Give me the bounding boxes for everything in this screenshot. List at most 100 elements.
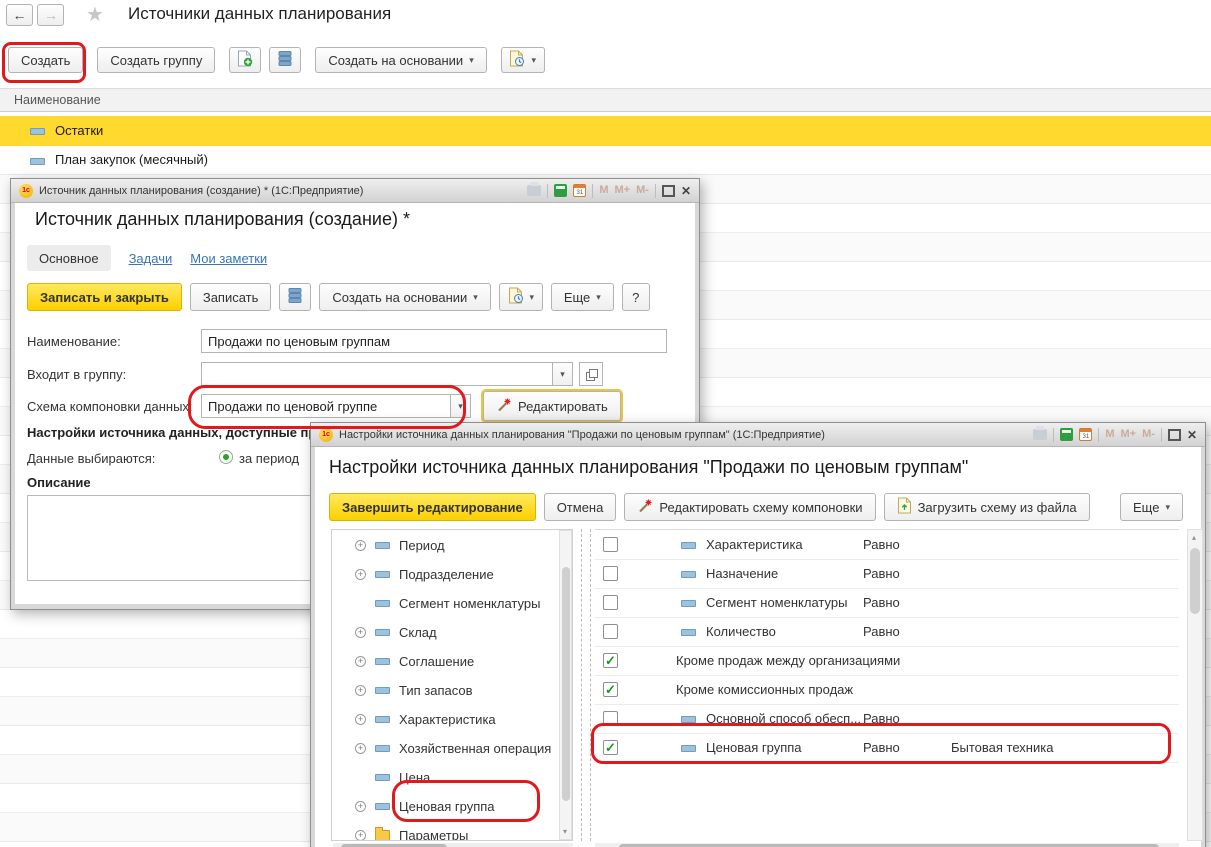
favorite-star-icon[interactable]: ★ — [86, 2, 104, 27]
tree-item-price[interactable]: Цена — [332, 763, 558, 792]
tab-my-notes[interactable]: Мои заметки — [190, 251, 267, 266]
edit-dcs-button[interactable]: Редактировать — [483, 391, 621, 421]
print-icon[interactable] — [527, 185, 541, 196]
tree-item-business-operation[interactable]: +Хозяйственная операция — [332, 734, 558, 763]
back-button[interactable]: ← — [6, 4, 33, 26]
maximize-button[interactable] — [662, 185, 675, 197]
tree-item-nomenclature-segment[interactable]: Сегмент номенклатуры — [332, 589, 558, 618]
row-label[interactable]: План закупок (месячный) — [55, 152, 208, 167]
filter-row-characteristic[interactable]: Характеристика Равно — [595, 530, 1179, 560]
expand-icon[interactable]: + — [355, 714, 366, 725]
expand-icon[interactable]: + — [355, 685, 366, 696]
filter-row-nomenclature-segment[interactable]: Сегмент номенклатуры Равно — [595, 588, 1179, 618]
memory-icon[interactable]: M — [599, 185, 608, 196]
create-based-on-button[interactable]: Создать на основании ▾ — [319, 283, 490, 311]
tree-item-period[interactable]: +Период — [332, 531, 558, 560]
forward-button[interactable]: → — [37, 4, 64, 26]
help-button[interactable]: ? — [622, 283, 650, 311]
reports-menu-button[interactable]: ▾ — [499, 283, 543, 311]
expand-icon[interactable]: + — [355, 656, 366, 667]
list-settings-button[interactable] — [269, 47, 301, 73]
filter-row-purpose[interactable]: Назначение Равно — [595, 559, 1179, 589]
tree-item-warehouse[interactable]: +Склад — [332, 618, 558, 647]
reports-menu-button[interactable]: ▾ — [501, 47, 545, 73]
calculator-icon[interactable] — [1060, 428, 1073, 441]
tree-item-price-group[interactable]: +Ценовая группа — [332, 792, 558, 821]
scroll-down-icon[interactable]: ▾ — [563, 828, 567, 836]
rows-horizontal-scrollbar[interactable] — [595, 843, 1179, 847]
tree-item-characteristic[interactable]: +Характеристика — [332, 705, 558, 734]
tab-tasks[interactable]: Задачи — [129, 251, 173, 266]
calendar-icon[interactable]: 31 — [1079, 428, 1092, 441]
radio-for-period[interactable] — [219, 450, 233, 464]
checkbox[interactable] — [603, 711, 618, 726]
dcs-dropdown-button[interactable]: ▾ — [451, 394, 471, 418]
maximize-button[interactable] — [1168, 429, 1181, 441]
calculator-icon[interactable] — [554, 184, 567, 197]
scrollbar-thumb[interactable] — [1190, 548, 1200, 614]
list-settings-button[interactable] — [279, 283, 311, 311]
more-button[interactable]: Еще ▾ — [551, 283, 614, 311]
finish-editing-button[interactable]: Завершить редактирование — [329, 493, 536, 521]
checkbox-checked[interactable]: ✓ — [603, 740, 618, 755]
checkbox[interactable] — [603, 537, 618, 552]
filter-row-main-supply-method[interactable]: Основной способ обесп... Равно — [595, 704, 1179, 734]
copy-item-button[interactable] — [229, 47, 261, 73]
dialog1-titlebar[interactable]: 1c Источник данных планирования (создани… — [11, 179, 699, 203]
group-field[interactable] — [201, 362, 553, 386]
tree-item-agreement[interactable]: +Соглашение — [332, 647, 558, 676]
filter-row-price-group[interactable]: ✓ Ценовая группа Равно Бытовая техника — [595, 733, 1179, 763]
name-field[interactable] — [201, 329, 667, 353]
expand-icon[interactable]: + — [355, 801, 366, 812]
row-label[interactable]: Остатки — [55, 123, 103, 138]
table-row-selected[interactable]: Остатки — [0, 116, 1211, 146]
table-row[interactable]: План закупок (месячный) — [0, 146, 1211, 175]
group-dropdown-button[interactable]: ▾ — [553, 362, 573, 386]
dcs-field[interactable] — [201, 394, 451, 418]
create-button[interactable]: Создать — [8, 47, 83, 73]
create-based-on-button[interactable]: Создать на основании ▾ — [315, 47, 486, 73]
memory-minus-icon[interactable]: M- — [1142, 429, 1155, 440]
memory-plus-icon[interactable]: M+ — [615, 185, 631, 196]
scroll-up-icon[interactable]: ▴ — [1192, 534, 1196, 542]
checkbox-checked[interactable]: ✓ — [603, 682, 618, 697]
radio-for-period-label[interactable]: за период — [239, 451, 299, 466]
memory-icon[interactable]: M — [1105, 429, 1114, 440]
expand-icon[interactable]: + — [355, 569, 366, 580]
panel-splitter[interactable] — [581, 529, 591, 841]
tree-item-stock-type[interactable]: +Тип запасов — [332, 676, 558, 705]
scrollbar-thumb[interactable] — [562, 567, 570, 801]
cancel-button[interactable]: Отмена — [544, 493, 617, 521]
create-group-button[interactable]: Создать группу — [97, 47, 215, 73]
calendar-icon[interactable]: 31 — [573, 184, 586, 197]
group-open-button[interactable] — [579, 362, 603, 386]
tree-horizontal-scrollbar[interactable] — [333, 843, 573, 847]
close-button[interactable]: ✕ — [681, 185, 691, 197]
expand-icon[interactable]: + — [355, 627, 366, 638]
filter-row-except-commission[interactable]: ✓ Кроме комиссионных продаж — [595, 675, 1179, 705]
expand-icon[interactable]: + — [355, 830, 366, 841]
filter-row-except-intercompany[interactable]: ✓ Кроме продаж между организациями — [595, 646, 1179, 676]
edit-schema-button[interactable]: Редактировать схему компоновки — [624, 493, 875, 521]
rows-vertical-scrollbar[interactable]: ▴ — [1187, 529, 1203, 841]
checkbox[interactable] — [603, 566, 618, 581]
tab-main[interactable]: Основное — [27, 245, 111, 271]
print-icon[interactable] — [1033, 429, 1047, 440]
dialog2-titlebar[interactable]: 1c Настройки источника данных планирован… — [311, 423, 1205, 447]
filter-row-quantity[interactable]: Количество Равно — [595, 617, 1179, 647]
load-schema-button[interactable]: Загрузить схему из файла — [884, 493, 1090, 521]
checkbox[interactable] — [603, 624, 618, 639]
tree-item-department[interactable]: +Подразделение — [332, 560, 558, 589]
expand-icon[interactable]: + — [355, 540, 366, 551]
memory-plus-icon[interactable]: M+ — [1121, 429, 1137, 440]
save-and-close-button[interactable]: Записать и закрыть — [27, 283, 182, 311]
tree-vertical-scrollbar[interactable]: ▾ — [559, 530, 572, 840]
more-button[interactable]: Еще ▾ — [1120, 493, 1183, 521]
checkbox[interactable] — [603, 595, 618, 610]
close-button[interactable]: ✕ — [1187, 429, 1197, 441]
checkbox-checked[interactable]: ✓ — [603, 653, 618, 668]
tree-item-parameters[interactable]: +Параметры — [332, 821, 558, 841]
expand-icon[interactable]: + — [355, 743, 366, 754]
memory-minus-icon[interactable]: M- — [636, 185, 649, 196]
save-button[interactable]: Записать — [190, 283, 272, 311]
